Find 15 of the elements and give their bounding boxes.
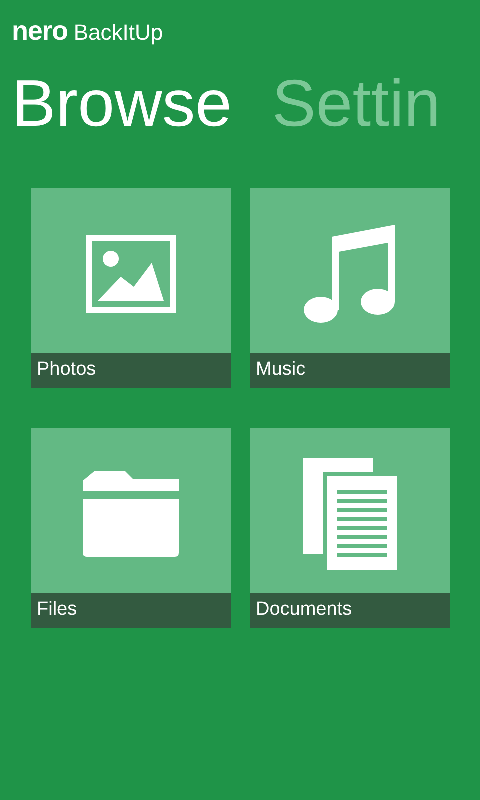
tile-button[interactable]: Photos: [31, 188, 231, 388]
pivot-tab[interactable]: Browse: [12, 63, 232, 143]
tile-label: Photos: [37, 358, 96, 382]
tile-label: Music: [256, 358, 306, 382]
tile-button[interactable]: Music: [250, 188, 450, 388]
tile-label: Documents: [256, 598, 352, 622]
documents-icon: [303, 458, 397, 570]
app-title: BackItUp: [74, 22, 164, 44]
folder-icon: [83, 470, 179, 556]
tile-button[interactable]: Files: [31, 428, 231, 628]
picture-icon: [86, 234, 176, 312]
tile-label: Files: [37, 598, 78, 622]
tile-button[interactable]: Documents: [250, 428, 450, 628]
brand-logo: nero: [12, 18, 68, 45]
music-note-icon: [304, 224, 396, 322]
